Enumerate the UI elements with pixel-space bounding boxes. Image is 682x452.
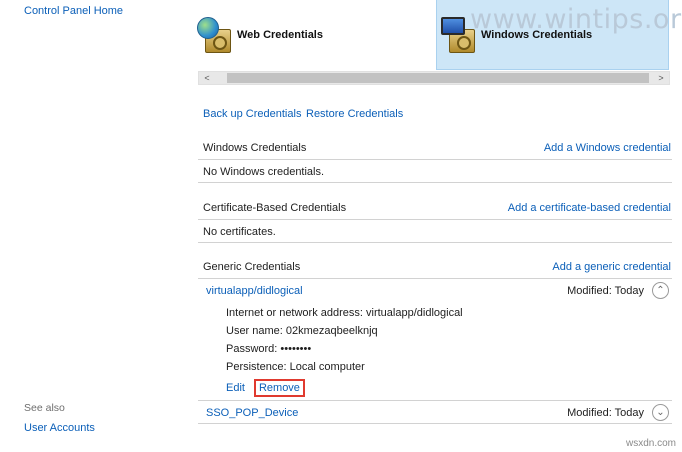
section-title: Windows Credentials bbox=[203, 142, 307, 154]
credential-actions: Edit Remove bbox=[226, 379, 305, 397]
edit-link[interactable]: Edit bbox=[226, 382, 245, 394]
left-nav: Control Panel Home See also User Account… bbox=[0, 0, 185, 452]
windows-credentials-empty-row: No Windows credentials. bbox=[198, 161, 672, 183]
see-also-label: See also bbox=[24, 402, 65, 414]
scrollbar-thumb[interactable] bbox=[227, 73, 649, 83]
credential-item-sso-pop-device: SSO_POP_Device Modified: Today ⌄ bbox=[198, 402, 672, 424]
expand-chevron-icon[interactable]: ⌄ bbox=[652, 404, 669, 421]
address-detail: Internet or network address: virtualapp/… bbox=[226, 307, 463, 319]
password-detail: Password: •••••••• bbox=[226, 343, 312, 355]
user-accounts-link[interactable]: User Accounts bbox=[24, 422, 95, 434]
add-generic-credential-link[interactable]: Add a generic credential bbox=[552, 261, 671, 273]
collapse-chevron-icon[interactable]: ⌃ bbox=[652, 282, 669, 299]
watermark-top: www.wintips.org bbox=[470, 4, 682, 35]
remove-link[interactable]: Remove bbox=[259, 382, 300, 394]
username-detail: User name: 02kmezaqbeelknjq bbox=[226, 325, 378, 337]
horizontal-scrollbar[interactable]: < > bbox=[198, 71, 670, 85]
persistence-detail: Persistence: Local computer bbox=[226, 361, 365, 373]
web-credentials-label: Web Credentials bbox=[237, 29, 323, 41]
backup-credentials-link[interactable]: Back up Credentials bbox=[203, 108, 301, 120]
credential-name-link[interactable]: virtualapp/didlogical bbox=[206, 285, 303, 297]
modified-date: Modified: Today bbox=[567, 407, 644, 419]
certificate-credentials-empty-row: No certificates. bbox=[198, 221, 672, 243]
tab-web-credentials[interactable]: Web Credentials bbox=[193, 0, 433, 70]
watermark-bottom: wsxdn.com bbox=[625, 438, 676, 449]
remove-highlight-box: Remove bbox=[253, 379, 305, 397]
section-title: Generic Credentials bbox=[203, 261, 301, 273]
empty-message: No certificates. bbox=[203, 226, 276, 238]
scroll-right-icon[interactable]: > bbox=[653, 72, 669, 84]
section-title: Certificate-Based Credentials bbox=[203, 202, 347, 214]
scroll-left-icon[interactable]: < bbox=[199, 72, 215, 84]
credential-item-virtualapp: virtualapp/didlogical Modified: Today ⌃ … bbox=[198, 280, 672, 401]
windows-credentials-section-header: Windows Credentials Add a Windows creden… bbox=[198, 138, 672, 160]
web-credentials-icon bbox=[197, 15, 233, 55]
modified-date: Modified: Today bbox=[567, 285, 644, 297]
restore-credentials-link[interactable]: Restore Credentials bbox=[306, 108, 403, 120]
certificate-credentials-section-header: Certificate-Based Credentials Add a cert… bbox=[198, 198, 672, 220]
control-panel-home-link[interactable]: Control Panel Home bbox=[24, 5, 123, 17]
generic-credentials-section-header: Generic Credentials Add a generic creden… bbox=[198, 257, 672, 279]
credential-name-link[interactable]: SSO_POP_Device bbox=[206, 407, 298, 419]
add-certificate-credential-link[interactable]: Add a certificate-based credential bbox=[508, 202, 671, 214]
add-windows-credential-link[interactable]: Add a Windows credential bbox=[544, 142, 671, 154]
empty-message: No Windows credentials. bbox=[203, 166, 325, 178]
